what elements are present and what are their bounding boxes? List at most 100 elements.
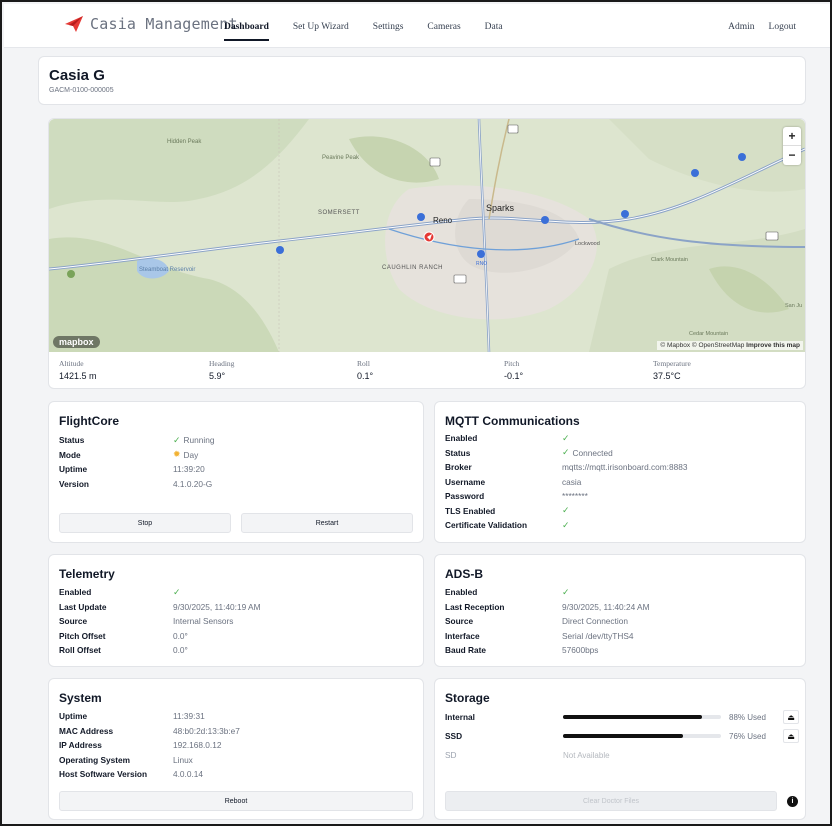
check-icon: ✓ <box>562 519 570 530</box>
kv-row: Password ******** <box>445 491 588 502</box>
kv-row: Pitch Offset 0.0° <box>59 630 188 641</box>
kv-row: Operating System Linux <box>59 754 193 765</box>
storage-title: Storage <box>445 691 490 705</box>
heading-cell: Heading 5.9° <box>209 359 235 381</box>
airport-label: RNO <box>476 261 487 267</box>
kv-row: MAC Address 48:b0:2d:13:3b:e7 <box>59 725 240 736</box>
kv-row: Last Update 9/30/2025, 11:40:19 AM <box>59 601 261 612</box>
nav-setup-wizard[interactable]: Set Up Wizard <box>293 22 349 32</box>
paper-plane-logo-icon <box>65 16 83 32</box>
nav-settings[interactable]: Settings <box>373 22 404 32</box>
system-rows: Uptime 11:39:31 MAC Address 48:b0:2d:13:3b… <box>59 709 240 782</box>
kv-row: Last Reception 9/30/2025, 11:40:24 AM <box>445 601 650 612</box>
zoom-in-button[interactable]: + <box>783 127 801 146</box>
sun-icon: ✹ <box>173 449 181 460</box>
mapbox-logo[interactable]: mapbox <box>53 336 100 348</box>
kv-row: Status ✓ Connected <box>445 447 613 458</box>
kv-row: Uptime 11:39:20 <box>59 464 205 475</box>
brand[interactable]: Casia Management <box>64 15 238 33</box>
flightcore-card: FlightCore Status ✓ Running Mode ✹ Day Uptim… <box>48 401 424 543</box>
kv-row: Baud Rate 57600bps <box>445 645 599 656</box>
reboot-button[interactable]: Reboot <box>59 791 413 811</box>
telemetry-rows: Enabled ✓ Last Update 9/30/2025, 11:40:19 … <box>59 585 261 658</box>
map-label: Sparks <box>486 203 515 213</box>
mqtt-title: MQTT Communications <box>445 414 580 428</box>
pitch-cell: Pitch -0.1° <box>504 359 524 381</box>
telemetry-strip: Altitude 1421.5 m Heading 5.9° Roll 0.1°… <box>49 355 805 387</box>
admin-link[interactable]: Admin <box>728 22 754 32</box>
map-card: Hidden Peak Peavine Peak SOMERSETT Reno … <box>48 118 806 389</box>
kv-row: Enabled ✓ <box>445 586 570 598</box>
adsb-title: ADS-B <box>445 567 483 581</box>
map-label: Peavine Peak <box>322 155 360 161</box>
internal-usage-bar <box>563 715 721 719</box>
mqtt-rows: Enabled ✓ Status ✓ Connected Broker mqtts://… <box>445 431 687 533</box>
roll-cell: Roll 0.1° <box>357 359 374 381</box>
storage-internal: Internal 88% Used ⏏ <box>445 710 807 724</box>
nav-cameras[interactable]: Cameras <box>427 22 460 32</box>
nav-data[interactable]: Data <box>485 22 503 32</box>
altitude-cell: Altitude 1421.5 m <box>59 359 97 381</box>
kv-row: IP Address 192.168.0.12 <box>59 740 222 751</box>
kv-row: Broker mqtts://mqtt.irisonboard.com:8883 <box>445 462 688 473</box>
stop-button[interactable]: Stop <box>59 513 231 533</box>
map-label: Steamboat Reservoir <box>139 267 195 273</box>
map-label: Reno <box>433 216 453 225</box>
telemetry-card: Telemetry Enabled ✓ Last Update 9/30/2025,… <box>48 554 424 667</box>
device-header-card: Casia G GACM-0100-000005 <box>38 56 806 105</box>
map[interactable]: Hidden Peak Peavine Peak SOMERSETT Reno … <box>49 119 805 352</box>
kv-row: Roll Offset 0.0° <box>59 645 188 656</box>
check-icon: ✓ <box>562 505 570 516</box>
map-label: San Ju <box>785 303 802 309</box>
check-icon: ✓ <box>562 432 570 443</box>
kv-row: Enabled ✓ <box>59 586 181 598</box>
kv-row: Host Software Version 4.0.0.14 <box>59 769 203 780</box>
zoom-controls: + − <box>783 127 801 165</box>
top-nav: Casia Management Dashboard Set Up Wizard… <box>4 4 830 48</box>
logout-link[interactable]: Logout <box>769 22 796 32</box>
adsb-rows: Enabled ✓ Last Reception 9/30/2025, 11:40:… <box>445 585 650 658</box>
kv-row: Uptime 11:39:31 <box>59 711 205 722</box>
telemetry-title: Telemetry <box>59 567 115 581</box>
kv-row: Interface Serial /dev/ttyTHS4 <box>445 630 634 641</box>
map-label: CAUGHLIN RANCH <box>382 265 443 271</box>
check-icon: ✓ <box>562 586 570 597</box>
storage-sd: SD Not Available <box>445 750 610 760</box>
restart-button[interactable]: Restart <box>241 513 413 533</box>
kv-row: Status ✓ Running <box>59 434 215 446</box>
nav-links: Dashboard Set Up Wizard Settings Cameras… <box>224 22 527 41</box>
nav-dashboard[interactable]: Dashboard <box>224 22 269 41</box>
check-icon: ✓ <box>562 447 570 458</box>
app-frame: Casia Management Dashboard Set Up Wizard… <box>0 0 832 826</box>
system-title: System <box>59 691 102 705</box>
adsb-card: ADS-B Enabled ✓ Last Reception 9/30/2025, … <box>434 554 806 667</box>
kv-row: Username casia <box>445 476 582 487</box>
ssd-usage-bar <box>563 734 721 738</box>
map-attribution: © Mapbox © OpenStreetMap Improve this ma… <box>657 341 803 350</box>
temperature-cell: Temperature 37.5°C <box>653 359 691 381</box>
map-label: Hidden Peak <box>167 139 202 145</box>
kv-row: Mode ✹ Day <box>59 449 199 460</box>
eject-icon[interactable]: ⏏ <box>783 710 799 724</box>
storage-card: Storage Internal 88% Used ⏏ SSD 76% Used… <box>434 678 806 820</box>
map-label: Cedar Mountain <box>689 331 728 337</box>
check-icon: ✓ <box>173 586 181 597</box>
kv-row: Enabled ✓ <box>445 432 570 444</box>
map-canvas: Hidden Peak Peavine Peak SOMERSETT Reno … <box>49 119 805 352</box>
eject-icon[interactable]: ⏏ <box>783 729 799 743</box>
flightcore-rows: Status ✓ Running Mode ✹ Day Uptime 11:39:20 V… <box>59 433 214 491</box>
improve-map-link[interactable]: Improve this map <box>746 342 800 349</box>
brand-name: Casia Management <box>90 15 238 33</box>
kv-row: Source Direct Connection <box>445 616 628 627</box>
nav-user: Admin Logout <box>728 22 796 32</box>
kv-row: Version 4.1.0.20-G <box>59 478 213 489</box>
storage-ssd: SSD 76% Used ⏏ <box>445 729 807 743</box>
system-card: System Uptime 11:39:31 MAC Address 48:b0:2… <box>48 678 424 820</box>
check-icon: ✓ <box>173 434 181 445</box>
device-name: Casia G <box>49 67 105 84</box>
info-icon[interactable]: i <box>787 796 798 807</box>
kv-row: Certificate Validation ✓ <box>445 519 570 531</box>
zoom-out-button[interactable]: − <box>783 146 801 165</box>
clear-doctor-files-button[interactable]: Clear Doctor Files <box>445 791 777 811</box>
map-label: SOMERSETT <box>318 210 360 216</box>
